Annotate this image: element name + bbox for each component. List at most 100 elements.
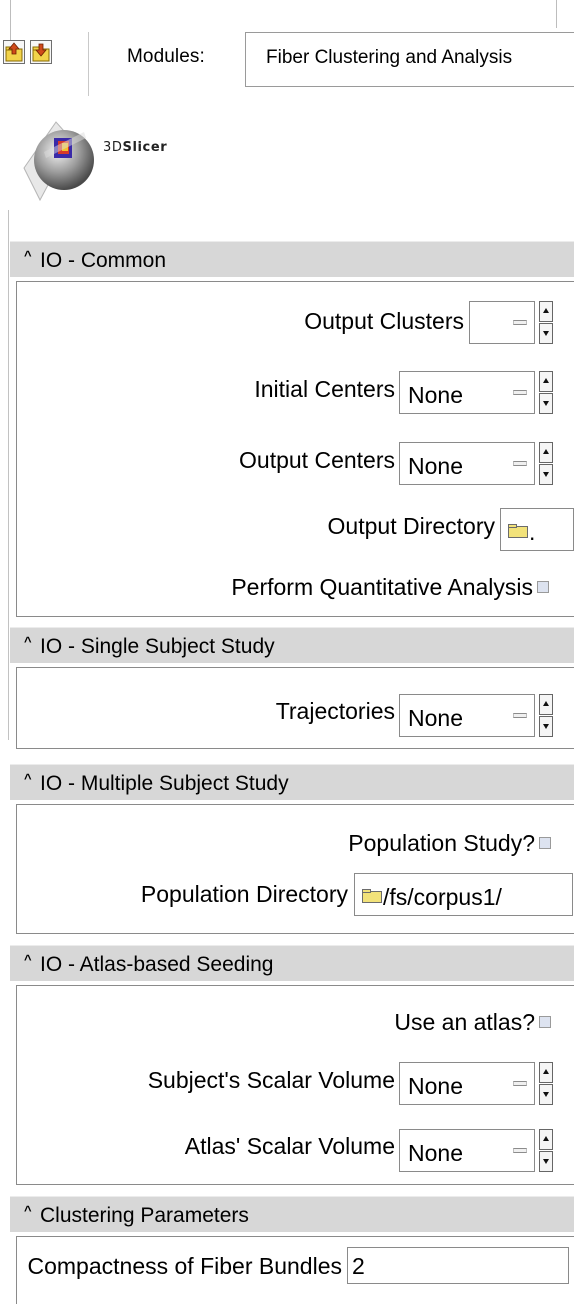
up-arrow-icon xyxy=(543,308,549,313)
spin-up-button[interactable] xyxy=(539,301,553,322)
menu-icon xyxy=(513,461,527,466)
output-directory-button[interactable]: . xyxy=(500,508,574,551)
spin-down-button[interactable] xyxy=(539,393,553,414)
toolbar-separator xyxy=(88,32,89,96)
atlas-scalar-value: None xyxy=(408,1140,463,1166)
spin-up-button[interactable] xyxy=(539,1129,553,1150)
logo-text-suffix: Slicer xyxy=(122,140,168,155)
spin-down-button[interactable] xyxy=(539,1151,553,1172)
up-arrow-icon xyxy=(543,1136,549,1141)
spin-down-button[interactable] xyxy=(539,716,553,737)
spin-down-button[interactable] xyxy=(539,464,553,485)
trajectories-row: Trajectories xyxy=(17,693,395,727)
output-clusters-row: Output Clusters xyxy=(17,303,464,337)
subject-scalar-spinner[interactable] xyxy=(539,1062,553,1105)
modules-dropdown-value: Fiber Clustering and Analysis xyxy=(266,47,513,68)
spin-up-button[interactable] xyxy=(539,371,553,392)
subject-scalar-row: Subject's Scalar Volume xyxy=(17,1062,395,1096)
down-arrow-icon xyxy=(543,331,549,336)
section-header-clustering-parameters[interactable]: ^ Clustering Parameters xyxy=(10,1196,574,1232)
output-centers-select[interactable]: None xyxy=(399,442,535,485)
atlas-scalar-select[interactable]: None xyxy=(399,1129,535,1172)
initial-centers-label: Initial Centers xyxy=(254,376,395,402)
population-directory-button[interactable]: /fs/corpus1/ xyxy=(354,873,573,916)
caret-up-icon: ^ xyxy=(24,771,32,786)
up-arrow-icon xyxy=(543,1069,549,1074)
modules-dropdown[interactable]: Fiber Clustering and Analysis xyxy=(245,32,574,87)
section-header-io-multiple-subject[interactable]: ^ IO - Multiple Subject Study xyxy=(10,764,574,800)
section-title: IO - Multiple Subject Study xyxy=(40,772,289,795)
quant-analysis-label: Perform Quantitative Analysis xyxy=(231,574,533,600)
subject-scalar-select[interactable]: None xyxy=(399,1062,535,1105)
up-arrow-icon xyxy=(543,701,549,706)
compactness-input[interactable]: 2 xyxy=(347,1247,569,1284)
output-centers-spinner[interactable] xyxy=(539,442,553,485)
spin-down-button[interactable] xyxy=(539,1084,553,1105)
spin-up-button[interactable] xyxy=(539,694,553,715)
section-body-io-multiple-subject: Population Study? Population Directory /… xyxy=(16,804,574,934)
down-arrow-folder-icon xyxy=(32,43,50,62)
section-header-io-common[interactable]: ^ IO - Common xyxy=(10,241,574,277)
previous-module-button[interactable] xyxy=(3,40,25,64)
down-arrow-icon xyxy=(543,401,549,406)
initial-centers-select[interactable]: None xyxy=(399,371,535,414)
use-atlas-checkbox[interactable] xyxy=(539,1016,551,1028)
output-clusters-spinner[interactable] xyxy=(539,301,553,344)
folder-icon xyxy=(508,524,528,538)
quant-analysis-checkbox[interactable] xyxy=(537,581,549,593)
down-arrow-icon xyxy=(543,1092,549,1097)
section-body-io-atlas-seeding: Use an atlas? Subject's Scalar Volume No… xyxy=(16,985,574,1185)
logo-text-prefix: 3D xyxy=(103,140,123,155)
use-atlas-label: Use an atlas? xyxy=(394,1009,535,1035)
output-centers-row: Output Centers xyxy=(17,442,395,476)
up-arrow-icon xyxy=(543,378,549,383)
initial-centers-row: Initial Centers xyxy=(17,371,395,405)
menu-icon xyxy=(513,1081,527,1086)
section-title: Clustering Parameters xyxy=(40,1204,249,1227)
trajectories-select[interactable]: None xyxy=(399,694,535,737)
module-panel: Modules: Fiber Clustering and Analysis 3… xyxy=(0,0,574,1304)
section-header-io-single-subject[interactable]: ^ IO - Single Subject Study xyxy=(10,627,574,663)
output-clusters-select[interactable] xyxy=(469,301,535,344)
use-atlas-row: Use an atlas? xyxy=(17,1004,535,1038)
next-module-button[interactable] xyxy=(30,40,52,64)
output-directory-label: Output Directory xyxy=(327,513,495,539)
section-body-clustering-parameters: Compactness of Fiber Bundles 2 xyxy=(16,1236,574,1304)
section-header-io-atlas-seeding[interactable]: ^ IO - Atlas-based Seeding xyxy=(10,945,574,981)
module-toolbar: Modules: Fiber Clustering and Analysis xyxy=(0,0,574,105)
section-title: IO - Common xyxy=(40,249,167,272)
compactness-label: Compactness of Fiber Bundles xyxy=(27,1253,343,1279)
frame-line xyxy=(8,210,9,740)
output-clusters-label: Output Clusters xyxy=(304,308,464,334)
up-arrow-icon xyxy=(543,449,549,454)
caret-up-icon: ^ xyxy=(24,952,32,967)
spin-up-button[interactable] xyxy=(539,442,553,463)
output-directory-value: . xyxy=(529,519,536,545)
output-centers-label: Output Centers xyxy=(239,447,395,473)
trajectories-value: None xyxy=(408,705,463,731)
up-arrow-folder-icon xyxy=(5,42,23,62)
population-study-checkbox[interactable] xyxy=(539,837,551,849)
slicer-logo-icon xyxy=(23,121,94,202)
down-arrow-icon xyxy=(543,724,549,729)
folder-icon xyxy=(362,889,382,903)
initial-centers-spinner[interactable] xyxy=(539,371,553,414)
section-body-io-single-subject: Trajectories None xyxy=(16,667,574,749)
menu-icon xyxy=(513,1148,527,1153)
down-arrow-icon xyxy=(543,472,549,477)
compactness-row: Compactness of Fiber Bundles xyxy=(17,1248,343,1282)
atlas-scalar-label: Atlas' Scalar Volume xyxy=(184,1133,395,1159)
atlas-scalar-spinner[interactable] xyxy=(539,1129,553,1172)
trajectories-spinner[interactable] xyxy=(539,694,553,737)
frame-line xyxy=(556,0,557,28)
output-centers-value: None xyxy=(408,453,463,479)
caret-up-icon: ^ xyxy=(24,248,32,263)
section-body-io-common: Output Clusters Initial Centers None Out… xyxy=(16,281,574,617)
slicer-logo-text: 3DSlicer xyxy=(103,140,167,155)
subject-scalar-label: Subject's Scalar Volume xyxy=(147,1067,395,1093)
spin-down-button[interactable] xyxy=(539,323,553,344)
section-title: IO - Single Subject Study xyxy=(40,635,275,658)
trajectories-label: Trajectories xyxy=(275,698,395,724)
modules-label: Modules: xyxy=(127,46,205,67)
spin-up-button[interactable] xyxy=(539,1062,553,1083)
